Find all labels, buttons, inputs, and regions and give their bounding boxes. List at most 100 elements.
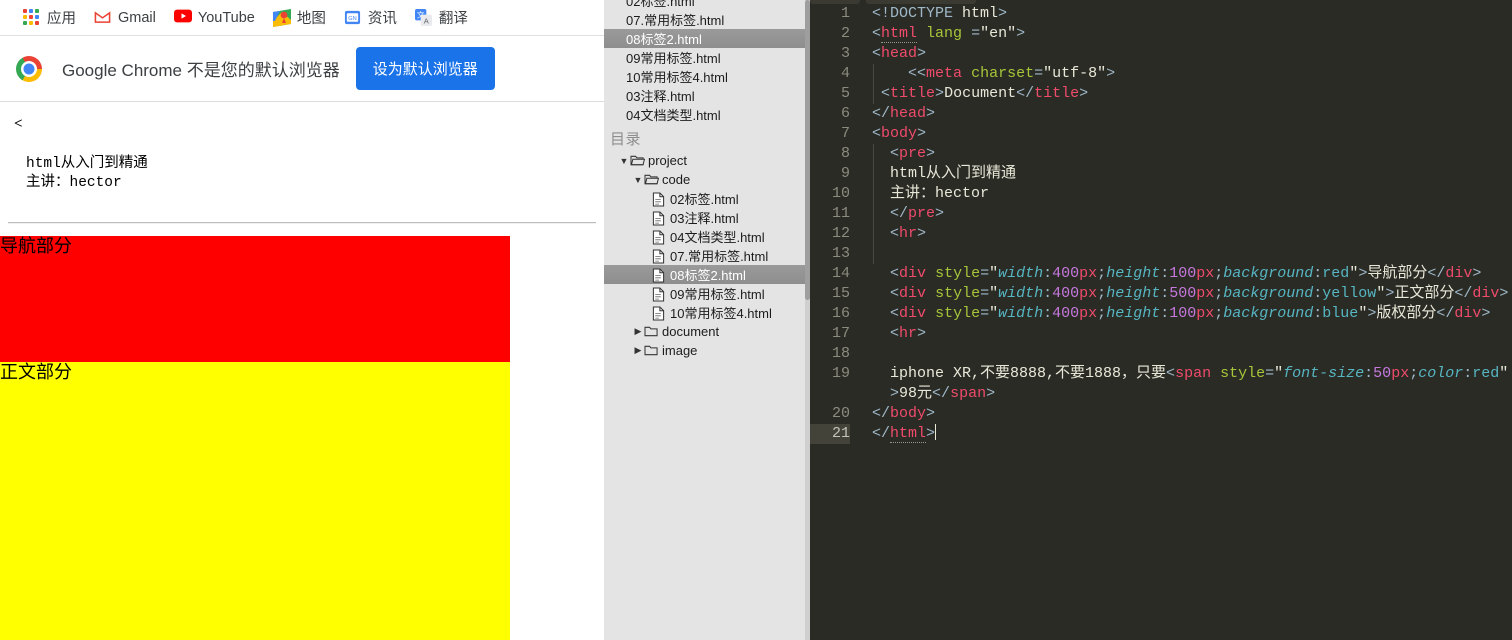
bookmark-label: YouTube [197, 9, 255, 26]
directory-section-title: 目录 [610, 131, 642, 148]
bookmark-maps[interactable]: 地图 [264, 4, 335, 32]
tree-folder-project[interactable]: ▼ project [604, 151, 810, 170]
line-number: 13 [831, 245, 850, 262]
list-item[interactable]: 09常用标签.html [604, 48, 810, 67]
chevron-down-icon[interactable]: ▼ [618, 156, 630, 166]
code-line-9: html从入门到精通 [890, 165, 1017, 182]
code-line-15: <div style="width:400px;height:500px;bac… [890, 285, 1509, 302]
file-icon [652, 248, 666, 264]
code-line-21: </html> [872, 424, 937, 443]
folder-open-icon [630, 154, 646, 168]
bookmark-gmail[interactable]: Gmail [85, 4, 165, 32]
code-line-12: <hr> [890, 225, 927, 242]
tree-file[interactable]: 03注释.html [604, 208, 810, 227]
code-line-20: </body> [872, 405, 936, 422]
line-number: 17 [831, 325, 850, 342]
tree-item-label: 04文档类型.html [670, 230, 765, 245]
line-number: 19 [831, 365, 850, 382]
tree-file-selected[interactable]: 08标签2.html [604, 265, 810, 284]
code-line-19a: iphone XR,不要8888,不要1888，只要<span style="f… [890, 365, 1509, 382]
chevron-right-icon[interactable]: ▶ [632, 345, 644, 356]
editor-tab[interactable] [810, 0, 860, 4]
line-number: 11 [831, 205, 850, 222]
chrome-logo-icon [16, 55, 42, 82]
tree-item-label: 02标签.html [670, 192, 739, 207]
line-number: 14 [831, 265, 850, 282]
set-default-browser-button[interactable]: 设为默认浏览器 [355, 47, 495, 90]
open-files-list: 02标签.html 07.常用标签.html 08标签2.html 09常用标签… [604, 0, 810, 124]
rendered-page: < html从入门到精通 主讲：hector 导航部分 正文部分 [0, 102, 604, 640]
code-line-6: </head> [872, 105, 936, 122]
folder-icon [644, 344, 658, 358]
code-text[interactable]: <!DOCTYPE html> <html lang ="en"> <head>… [862, 4, 1512, 444]
maps-icon [272, 9, 291, 27]
nav-block: 导航部分 [0, 236, 510, 362]
tree-item-label: 09常用标签.html [670, 287, 765, 302]
line-number: 3 [840, 45, 850, 62]
bookmark-news[interactable]: GN 资讯 [335, 4, 406, 32]
file-explorer-pane: 02标签.html 07.常用标签.html 08标签2.html 09常用标签… [604, 0, 810, 640]
line-number: 16 [831, 305, 850, 322]
code-line-7: <body> [872, 125, 927, 142]
tree-item-label: 10常用标签4.html [670, 306, 772, 321]
tree-item-label: 08标签2.html [670, 268, 746, 283]
bookmark-apps[interactable]: 应用 [14, 4, 85, 32]
tree-file[interactable]: 02标签.html [604, 189, 810, 208]
line-number: 2 [840, 25, 850, 42]
file-name: 02标签.html [626, 0, 695, 9]
folder-icon [644, 325, 658, 339]
list-item[interactable]: 10常用标签4.html [604, 67, 810, 86]
code-area: 1 2 3 4 5 6 7 8 9 10 11 12 13 14 15 16 1… [810, 0, 1512, 444]
tree-file[interactable]: 04文档类型.html [604, 227, 810, 246]
list-item[interactable]: 07.常用标签.html [604, 10, 810, 29]
line-number-spacer [810, 384, 850, 404]
default-browser-promo: Google Chrome 不是您的默认浏览器 设为默认浏览器 [0, 36, 604, 102]
list-item[interactable]: 04文档类型.html [604, 105, 810, 124]
file-icon [652, 305, 666, 321]
line-number: 1 [840, 5, 850, 22]
tree-folder-image[interactable]: ▶ image [604, 341, 810, 360]
stray-text: < [14, 116, 23, 132]
tree-item-label: project [648, 153, 688, 168]
tree-item-label: 07.常用标签.html [670, 249, 769, 264]
file-tree: ▼ project ▼ code 02标签.html 03注释.html 04文… [604, 151, 810, 360]
code-line-17: <hr> [890, 325, 927, 342]
file-name: 09常用标签.html [626, 51, 721, 66]
code-line-3: <head> [872, 45, 927, 62]
bookmark-translate[interactable]: 文A 翻译 [406, 4, 477, 32]
bookmark-label: 翻译 [438, 11, 468, 27]
line-number: 15 [831, 285, 850, 302]
tree-folder-document[interactable]: ▶ document [604, 322, 810, 341]
code-line-14: <div style="width:400px;height:100px;bac… [890, 265, 1482, 282]
tree-item-label: code [662, 172, 691, 187]
bookmark-label: 应用 [47, 11, 76, 27]
chevron-down-icon[interactable]: ▼ [632, 175, 644, 185]
list-item[interactable]: 03注释.html [604, 86, 810, 105]
chevron-right-icon[interactable]: ▶ [632, 326, 644, 337]
file-icon [652, 191, 666, 207]
line-number: 18 [831, 345, 850, 362]
tree-file[interactable]: 10常用标签4.html [604, 303, 810, 322]
tree-file[interactable]: 09常用标签.html [604, 284, 810, 303]
tree-folder-code[interactable]: ▼ code [604, 170, 810, 189]
tree-item-label: document [662, 324, 720, 339]
line-number: 4 [840, 65, 850, 82]
file-icon [652, 286, 666, 302]
browser-pane: 应用 Gmail YouTube 地图 GN 资讯 文 A 翻译 Google … [0, 0, 604, 640]
list-item-selected[interactable]: 08标签2.html [604, 29, 810, 48]
tree-file[interactable]: 07.常用标签.html [604, 246, 810, 265]
file-name: 03注释.html [626, 89, 695, 104]
bookmark-label: 资讯 [367, 11, 397, 27]
list-item[interactable]: 02标签.html [604, 0, 810, 10]
bookmark-label: 地图 [296, 11, 326, 27]
gmail-icon [94, 9, 111, 26]
bookmark-youtube[interactable]: YouTube [165, 4, 264, 32]
line-number-current: 21 [810, 424, 850, 444]
folder-open-icon [644, 173, 660, 187]
page-divider [8, 222, 596, 224]
code-line-10: 主讲：hector [890, 185, 990, 202]
line-number: 9 [840, 165, 850, 182]
code-line-2: <html lang ="en"> [872, 25, 1026, 43]
